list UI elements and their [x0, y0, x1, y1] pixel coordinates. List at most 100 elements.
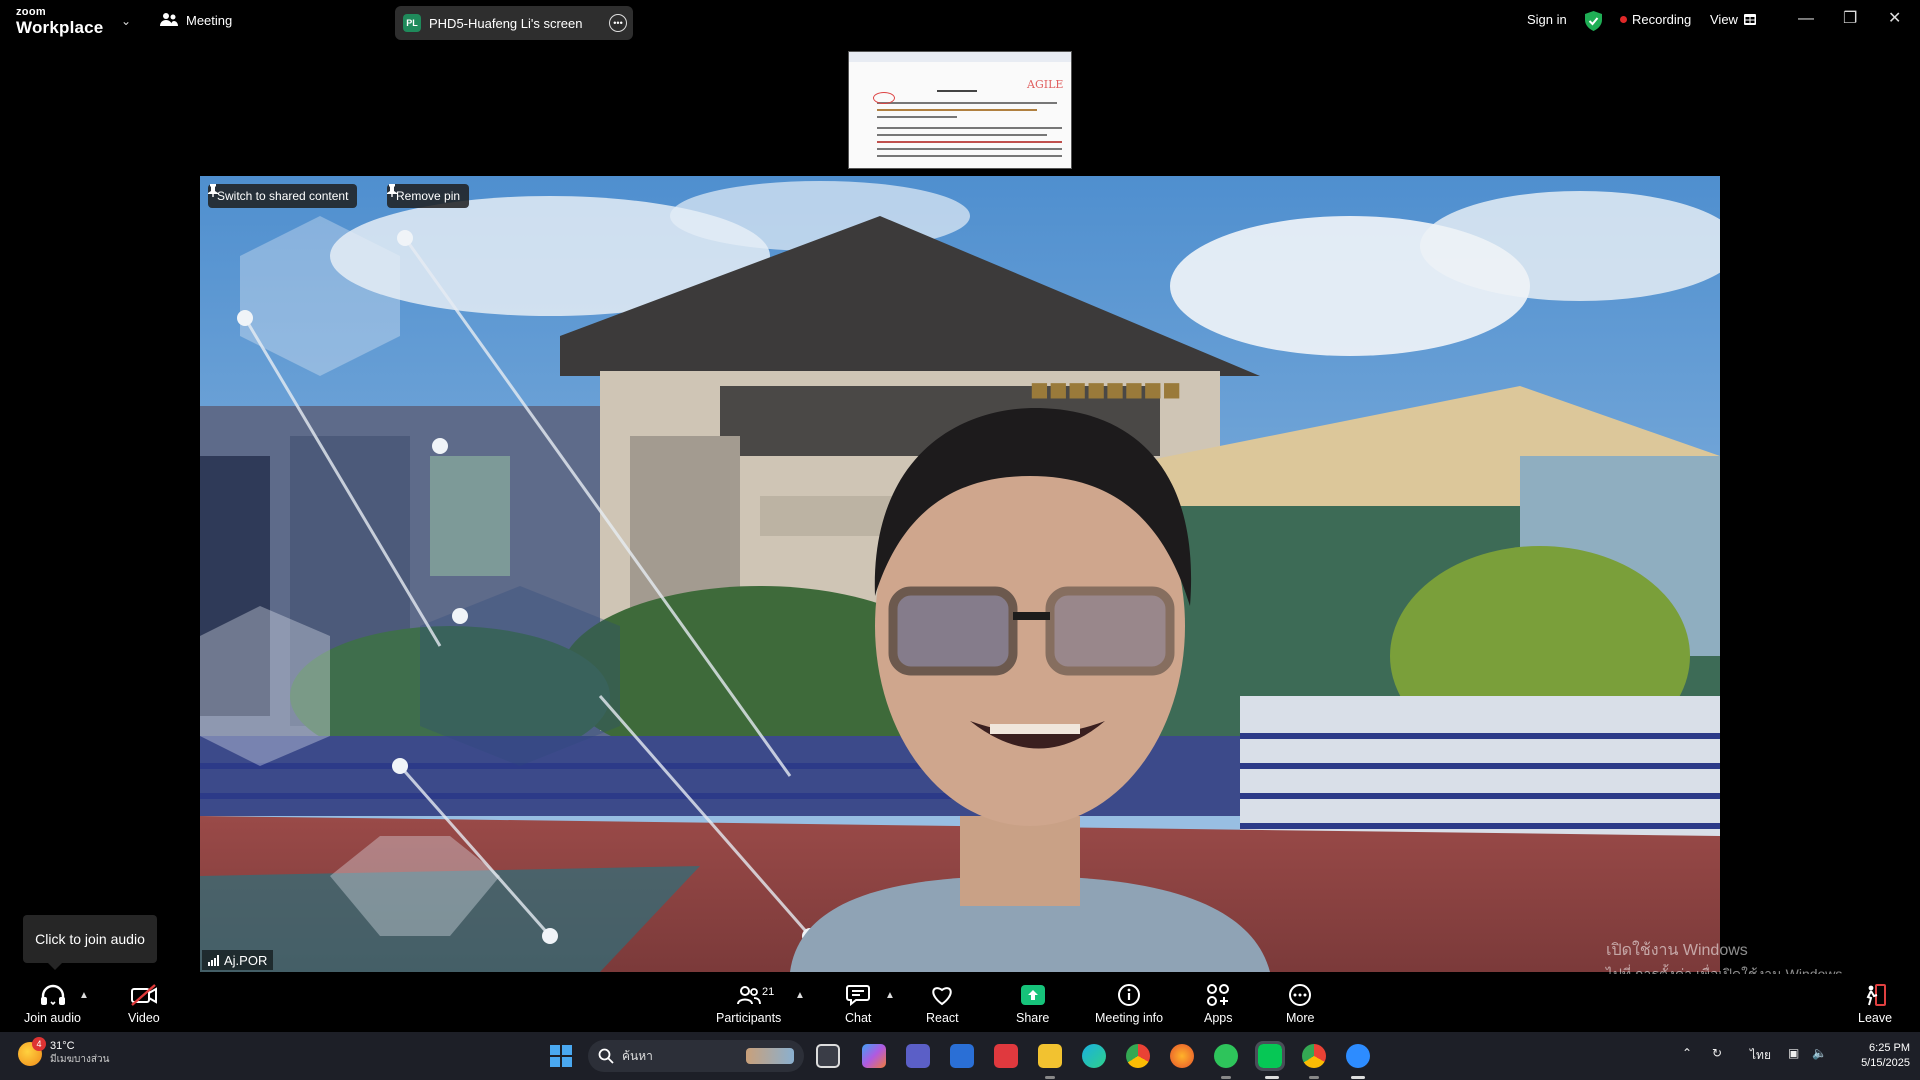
view-menu-button[interactable]: View: [1710, 12, 1756, 27]
windows-activation-title: เปิดใช้งาน Windows: [1606, 942, 1748, 959]
join-audio-tooltip: Click to join audio: [23, 915, 157, 970]
notification-badge: 4: [32, 1036, 46, 1051]
weather-description: มีเมฆบางส่วน: [50, 1054, 110, 1065]
file-explorer-icon[interactable]: [1038, 1044, 1062, 1068]
shared-screen-title: PHD5-Huafeng Li's screen: [429, 15, 583, 31]
join-audio-button[interactable]: Join audio: [24, 982, 81, 1025]
annotation-circle: [873, 92, 895, 104]
shield-icon[interactable]: [1585, 11, 1602, 31]
text-line: [877, 155, 1062, 157]
running-indicator: [1309, 1076, 1319, 1079]
text-line: [877, 148, 1062, 150]
remove-pin-label: Remove pin: [396, 189, 461, 203]
apps-button[interactable]: Apps: [1204, 982, 1233, 1025]
system-clock[interactable]: 6:25 PM 5/15/2025: [1840, 1041, 1910, 1071]
leave-button[interactable]: Leave: [1858, 982, 1892, 1025]
taskbar-search[interactable]: ค้นหา: [588, 1040, 804, 1072]
apps-icon: [1207, 984, 1230, 1006]
sign-in-link[interactable]: Sign in: [1527, 12, 1567, 27]
share-button[interactable]: Share: [1016, 982, 1049, 1025]
remove-pin-button[interactable]: Remove pin: [387, 184, 470, 208]
chrome-profile-icon[interactable]: [1302, 1044, 1326, 1068]
volume-muted-icon[interactable]: 🔈: [1812, 1046, 1827, 1060]
document-toolbar: [849, 52, 1071, 62]
corner-mark: AGILE: [1027, 78, 1064, 91]
shared-screen-tab[interactable]: PL PHD5-Huafeng Li's screen •••: [395, 6, 633, 40]
chat-label: Chat: [845, 1011, 872, 1025]
close-icon[interactable]: ✕: [1888, 8, 1901, 28]
teams-icon[interactable]: [906, 1044, 930, 1068]
more-icon: [1289, 984, 1312, 1006]
chat-icon: [846, 985, 871, 1006]
join-audio-label: Join audio: [24, 1011, 81, 1025]
participants-chevron-icon[interactable]: ▲: [795, 990, 805, 1001]
people-icon: [160, 13, 178, 26]
meeting-label: Meeting: [186, 12, 233, 28]
info-icon: [1118, 984, 1141, 1006]
search-placeholder: ค้นหา: [622, 1048, 653, 1063]
react-button[interactable]: React: [926, 982, 959, 1025]
input-language[interactable]: ไทย: [1750, 1046, 1771, 1065]
meeting-menu-button[interactable]: Meeting: [160, 12, 232, 28]
pin-icon: [387, 184, 397, 197]
video-label: Video: [128, 1011, 160, 1025]
weather-widget[interactable]: 4 31°C มีเมฆบางส่วน: [18, 1036, 110, 1067]
apps-label: Apps: [1204, 1011, 1233, 1025]
video-button[interactable]: Video: [128, 982, 160, 1025]
task-view-icon[interactable]: [816, 1044, 840, 1068]
pin-icon: [208, 184, 218, 197]
search-highlight-image: [746, 1048, 794, 1064]
video-scene: ■■■■■■■■: [200, 176, 1720, 972]
shared-screen-thumbnail[interactable]: AGILE: [848, 51, 1072, 169]
anydesk-icon[interactable]: [994, 1044, 1018, 1068]
switch-to-shared-content-button[interactable]: Switch to shared content: [208, 184, 358, 208]
edge-icon[interactable]: [1082, 1044, 1106, 1068]
clock-time: 6:25 PM: [1869, 1042, 1910, 1054]
text-line: [877, 141, 1062, 143]
chevron-down-icon[interactable]: ⌄: [121, 14, 131, 28]
share-screen-icon: [1020, 985, 1045, 1005]
recording-indicator[interactable]: Recording: [1620, 12, 1691, 27]
zoom-logo: zoom Workplace: [16, 6, 104, 37]
participant-name: Aj.POR: [224, 952, 268, 968]
meeting-toolbar: Join audio ▲ Video Participants 21 ▲ Cha…: [0, 974, 1920, 1032]
restore-icon[interactable]: ❐: [1843, 8, 1857, 28]
minimize-icon[interactable]: —: [1798, 10, 1814, 28]
meeting-info-button[interactable]: Meeting info: [1095, 982, 1163, 1025]
tray-chevron-up-icon[interactable]: ⌃: [1682, 1046, 1692, 1060]
chrome-icon[interactable]: [1126, 1044, 1150, 1068]
line-icon[interactable]: [1255, 1041, 1285, 1071]
wechat-icon[interactable]: [1214, 1044, 1238, 1068]
running-indicator: [1045, 1076, 1055, 1079]
participant-name-tag: Aj.POR: [202, 950, 274, 970]
chat-chevron-icon[interactable]: ▲: [885, 990, 895, 1001]
windows-start-icon[interactable]: [549, 1044, 573, 1068]
logo-big-text: Workplace: [16, 18, 104, 37]
document-heading: [937, 90, 977, 92]
search-icon: [598, 1048, 614, 1064]
firefox-icon[interactable]: [1170, 1044, 1194, 1068]
video-off-icon: [130, 984, 157, 1006]
text-line: [877, 109, 1037, 111]
clock-date: 5/15/2025: [1861, 1057, 1910, 1069]
windows-taskbar: 4 31°C มีเมฆบางส่วน ค้นหา ⌃ ↻ ไทย ▣ 🔈 6:…: [0, 1032, 1920, 1080]
chat-button[interactable]: Chat: [845, 982, 871, 1025]
sync-icon[interactable]: ↻: [1712, 1046, 1722, 1060]
leave-icon: [1866, 984, 1887, 1006]
title-bar: zoom Workplace ⌄ Meeting PL PHD5-Huafeng…: [0, 0, 1920, 44]
meeting-info-label: Meeting info: [1095, 1011, 1164, 1025]
audio-options-chevron-icon[interactable]: ▲: [79, 990, 89, 1001]
zoom-taskbar-icon[interactable]: [1346, 1044, 1370, 1068]
participant-video[interactable]: ■■■■■■■■ Switch to shared content Remove…: [200, 176, 1720, 972]
view-label: View: [1710, 12, 1738, 27]
signal-icon: [208, 954, 219, 966]
running-indicator: [1351, 1076, 1365, 1079]
leave-label: Leave: [1858, 1011, 1893, 1025]
running-indicator: [1265, 1076, 1279, 1079]
network-icon[interactable]: ▣: [1788, 1046, 1799, 1060]
copilot-icon[interactable]: [862, 1044, 886, 1068]
logo-small-text: zoom: [16, 6, 46, 18]
store-icon[interactable]: [950, 1044, 974, 1068]
more-options-icon[interactable]: •••: [609, 14, 627, 32]
more-button[interactable]: More: [1286, 982, 1314, 1025]
